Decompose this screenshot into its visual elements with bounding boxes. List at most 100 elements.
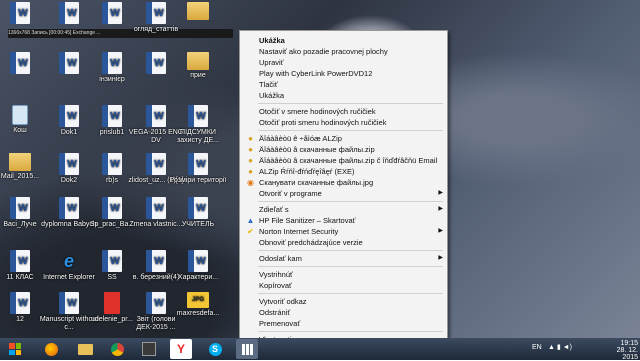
menu-item-label: Zdieľať s — [259, 205, 289, 214]
taskbar-firefox[interactable] — [40, 339, 62, 359]
word-icon: W — [188, 250, 208, 272]
word-icon: W — [59, 292, 79, 314]
alzip-icon: ● — [248, 167, 253, 176]
desktop-icon-label: prislub1 — [99, 129, 125, 136]
menu-item[interactable]: Ukážka — [240, 35, 447, 46]
desktop-icon[interactable]: W Розміри території — [168, 153, 228, 185]
ie-icon: e — [63, 250, 74, 271]
word-icon: W — [146, 250, 166, 272]
start-button[interactable] — [2, 339, 28, 359]
menu-separator — [258, 130, 443, 131]
word-icon: W — [102, 105, 122, 127]
menu-item[interactable]: ▲ HP File Sanitizer – Skartovať — [240, 215, 447, 226]
word-icon: W — [146, 153, 166, 175]
menu-item-label: Upraviť — [259, 58, 284, 67]
word-icon: W — [10, 197, 30, 219]
menu-item-label: Nastaviť ako pozadie pracovnej plochy — [259, 47, 388, 56]
menu-item[interactable]: ● Äîáàâèòü ê ÷åìóæ ALZip — [240, 133, 447, 144]
desktop-icon[interactable]: W УЧИТЕЛЬ — [168, 197, 228, 229]
menu-item[interactable]: Otočiť v smere hodinových ručičiek — [240, 106, 447, 117]
submenu-arrow-icon: ▶ — [438, 206, 443, 212]
desktop-icon-label: Dok2 — [60, 177, 78, 184]
folder-icon — [9, 153, 31, 171]
desktop-icon[interactable]: JPG maxresdefa... — [168, 292, 228, 318]
menu-item[interactable]: ● ALZip Ŕŕňî-đŕńďŕęîâęŕ (EXE) — [240, 166, 447, 177]
desktop-icon-label: огляд_статтів — [133, 26, 179, 33]
taskbar-explorer[interactable] — [74, 339, 96, 359]
desktop-icon-label: SS — [107, 274, 117, 281]
desktop-icon[interactable] — [168, 2, 228, 22]
menu-item[interactable]: Tlačiť — [240, 79, 447, 90]
menu-item-label: Сканувати скачанные файлы.jpg — [259, 178, 374, 187]
menu-item[interactable]: Nastaviť ako pozadie pracovnej plochy — [240, 46, 447, 57]
menu-item[interactable]: ◉ Сканувати скачанные файлы.jpg — [240, 177, 447, 188]
menu-item[interactable]: Otvoriť v programe ▶ — [240, 188, 447, 199]
menu-item[interactable]: Ukážka — [240, 90, 447, 101]
alzip-icon: ● — [248, 134, 253, 143]
menu-separator — [258, 266, 443, 267]
menu-item[interactable]: Upraviť — [240, 57, 447, 68]
menu-item[interactable]: Vystrihnúť — [240, 269, 447, 280]
language-indicator[interactable]: EN — [532, 344, 542, 351]
folder-icon — [187, 52, 209, 70]
folder-icon — [187, 2, 209, 20]
menu-item-label: Äîáàâèòü ê ÷åìóæ ALZip — [259, 134, 342, 143]
word-icon: W — [59, 153, 79, 175]
menu-item-label: Odoslať kam — [259, 254, 302, 263]
alzip-icon: ● — [248, 145, 253, 154]
skype-icon: S — [208, 342, 222, 356]
word-icon: W — [10, 250, 30, 272]
clock-date: 28. 12. 2015 — [616, 347, 638, 361]
taskbar-video[interactable] — [138, 339, 160, 359]
scan-icon: ◉ — [247, 178, 254, 187]
menu-item-label: Vytvoriť odkaz — [259, 297, 307, 306]
desktop-icon-label: Характери... — [177, 274, 219, 281]
word-icon: W — [102, 52, 122, 74]
menu-item[interactable]: Play with CyberLink PowerDVD12 — [240, 68, 447, 79]
taskbar-yandex[interactable]: Y — [170, 339, 192, 359]
taskbar-chrome[interactable] — [106, 339, 128, 359]
desktop-icon-label: maxresdefa... — [176, 310, 220, 317]
menu-item-label: Otočiť v smere hodinových ručičiek — [259, 107, 376, 116]
menu-item-label: Odstrániť — [259, 308, 291, 317]
bin-icon — [12, 105, 28, 125]
word-icon: W — [102, 197, 122, 219]
clock[interactable]: 19:15 28. 12. 2015 — [600, 340, 638, 361]
menu-item-label: Norton Internet Security — [259, 227, 339, 236]
word-icon: W — [146, 105, 166, 127]
desktop-icon[interactable]: прие — [168, 52, 228, 80]
menu-item[interactable]: Kopírovať — [240, 280, 447, 291]
word-icon: W — [146, 197, 166, 219]
menu-item[interactable]: ● Äîáàâèòü â скачанные файлы.zip č îňďđŕâ… — [240, 155, 447, 166]
menu-item[interactable]: Otočiť proti smeru hodinových ručičiek — [240, 117, 447, 128]
menu-item-label: Ukážka — [259, 36, 285, 45]
word-icon: W — [10, 52, 30, 74]
desktop-icon-label: 11 КЛАС — [6, 274, 34, 281]
word-icon: W — [10, 2, 30, 24]
firefox-icon — [44, 342, 58, 356]
menu-item-label: Obnoviť predchádzajúce verzie — [259, 238, 363, 247]
desktop-icon-label: інзинієр — [99, 76, 125, 83]
taskbar-store[interactable] — [236, 339, 258, 359]
desktop-icon[interactable]: W ПІДСУМКИ захисту ДЕ... — [168, 105, 228, 145]
word-icon: W — [146, 2, 166, 24]
desktop-icon[interactable]: W Характери... — [168, 250, 228, 282]
menu-item[interactable]: ✔ Norton Internet Security ▶ — [240, 226, 447, 237]
word-icon: W — [59, 105, 79, 127]
tray-icons[interactable]: ▲ ▮ ◄) — [548, 343, 572, 351]
taskbar-skype[interactable]: S — [204, 339, 226, 359]
menu-separator — [258, 103, 443, 104]
hp-icon: ▲ — [246, 216, 255, 225]
clock-time: 19:15 — [620, 340, 638, 347]
taskbar: Y S EN ▲ ▮ ◄) 19:15 28. 12. 2015 — [0, 338, 640, 361]
menu-item[interactable]: Odstrániť — [240, 307, 447, 318]
menu-item[interactable]: Obnoviť predchádzajúce verzie — [240, 237, 447, 248]
menu-item-label: Ukážka — [259, 91, 285, 100]
desktop-icon-label: rb)s — [105, 177, 119, 184]
menu-item[interactable]: Vytvoriť odkaz — [240, 296, 447, 307]
menu-item[interactable]: Premenovať — [240, 318, 447, 329]
menu-item[interactable]: Zdieľať s ▶ — [240, 204, 447, 215]
menu-item[interactable]: ● Äîáàâèòü â скачанные файлы.zip — [240, 144, 447, 155]
word-icon: W — [59, 197, 79, 219]
menu-item[interactable]: Odoslať kam ▶ — [240, 253, 447, 264]
